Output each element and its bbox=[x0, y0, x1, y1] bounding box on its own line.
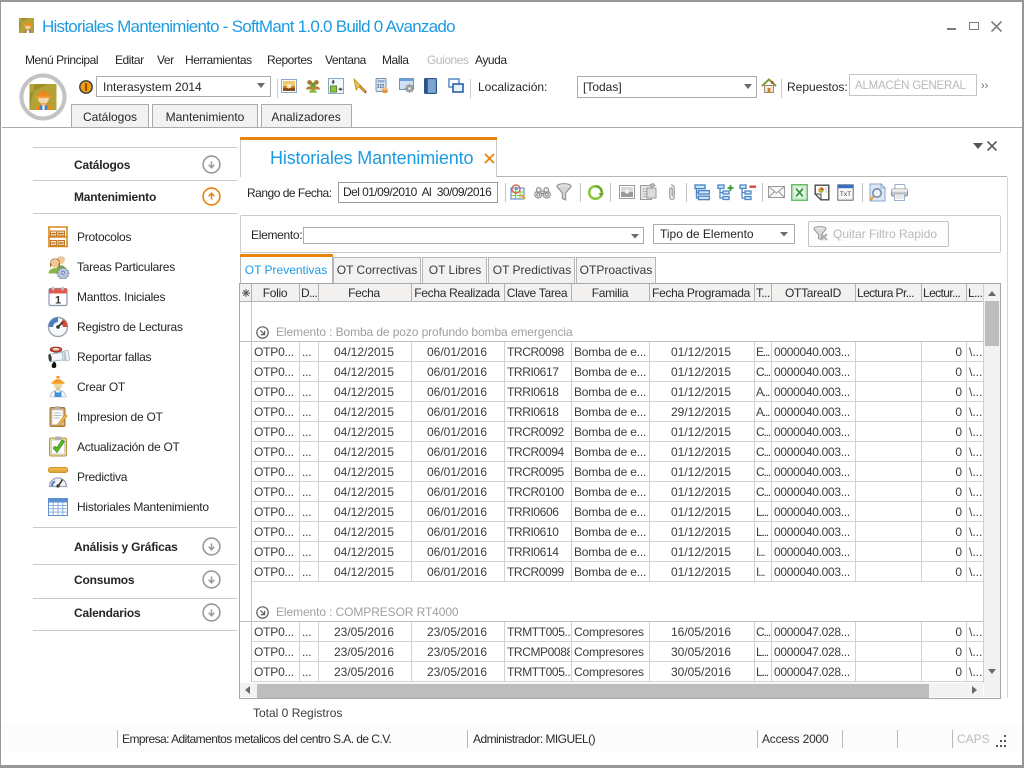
svg-text:TxT: TxT bbox=[840, 191, 851, 198]
svg-text:1: 1 bbox=[55, 295, 61, 307]
